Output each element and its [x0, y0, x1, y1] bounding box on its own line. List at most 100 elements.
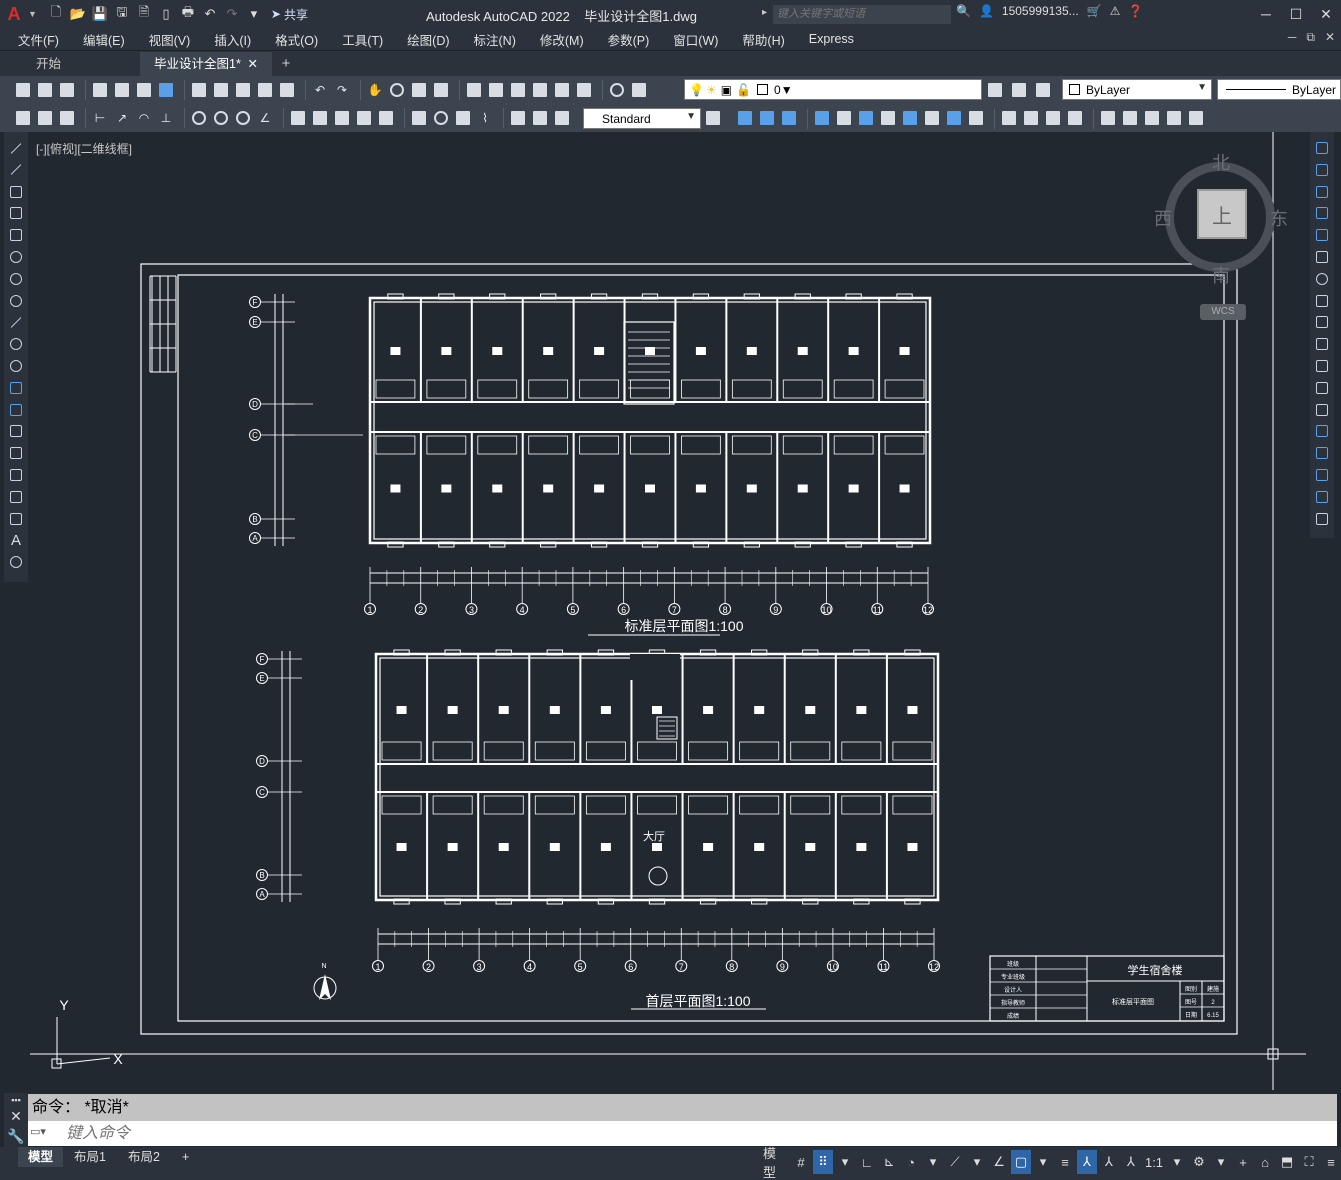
dim-style-arrow-icon[interactable]: ▼ — [686, 111, 696, 122]
preview-icon[interactable] — [113, 81, 131, 99]
markup-icon[interactable] — [553, 81, 571, 99]
customize-qa-icon[interactable]: ▾ — [243, 3, 265, 25]
tab-layout2[interactable]: 布局2 — [118, 1147, 170, 1167]
annotation-scale-icon[interactable]: ⅄ — [1121, 1150, 1141, 1174]
help-icon[interactable]: ❓ — [1128, 4, 1143, 18]
minimize-icon[interactable]: ─ — [1251, 0, 1281, 28]
modify-icon-13[interactable] — [1022, 109, 1040, 127]
object-snap-icon[interactable]: ▢ — [1011, 1150, 1032, 1174]
dimension-style-dropdown[interactable]: Standard ▼ — [583, 108, 701, 129]
maximize-icon[interactable]: ☐ — [1281, 0, 1311, 28]
zoom-realtime-icon[interactable] — [388, 81, 406, 99]
doc-minimize-icon[interactable]: ─ — [1288, 30, 1297, 45]
make-current-layer-icon[interactable] — [986, 81, 1004, 99]
toolbar-icon-1[interactable] — [14, 109, 32, 127]
menu-file[interactable]: 文件(F) — [18, 30, 59, 49]
save-icon[interactable]: 💾 — [89, 3, 111, 25]
compass-west[interactable]: 西 — [1154, 205, 1172, 231]
menu-insert[interactable]: 插入(I) — [214, 30, 251, 49]
break-icon[interactable] — [1314, 402, 1330, 418]
menu-draw[interactable]: 绘图(D) — [407, 30, 449, 49]
zoom-window-icon[interactable] — [410, 81, 428, 99]
color-dropdown[interactable]: ByLayer ▼ — [1062, 79, 1212, 100]
modify-icon-3[interactable] — [780, 109, 798, 127]
rectangle-icon[interactable] — [8, 227, 24, 243]
angular-dimension-icon[interactable]: ∠ — [256, 109, 274, 127]
annotation-monitor-icon[interactable]: + — [1233, 1150, 1253, 1174]
arc-icon[interactable] — [8, 249, 24, 265]
mtext-icon[interactable]: A — [8, 532, 24, 549]
quick-dimension-icon[interactable] — [289, 109, 307, 127]
menu-view[interactable]: 视图(V) — [149, 30, 191, 49]
copy-object-icon[interactable] — [1314, 162, 1330, 178]
toolbar-icon-2[interactable] — [36, 109, 54, 127]
linear-dimension-icon[interactable]: ⊢ — [91, 109, 109, 127]
help-toolbar-icon[interactable] — [608, 81, 626, 99]
scale-icon[interactable] — [1314, 293, 1330, 309]
wcs-menu-button[interactable]: WCS — [1200, 304, 1246, 320]
doc-close-icon[interactable]: ✕ — [1325, 30, 1335, 45]
compass-east[interactable]: 东 — [1270, 205, 1288, 231]
qnew-icon[interactable] — [14, 81, 32, 99]
plot-toolbar-icon[interactable] — [91, 81, 109, 99]
ellipse-icon[interactable] — [8, 336, 24, 352]
polygon-icon[interactable] — [8, 205, 24, 221]
quickcalc-icon[interactable] — [575, 81, 593, 99]
design-center-icon[interactable] — [487, 81, 505, 99]
publish-icon[interactable]: 🗎 — [133, 3, 155, 25]
annotation-visibility-icon[interactable]: ⅄ — [1077, 1150, 1098, 1174]
radius-dimension-icon[interactable] — [190, 109, 208, 127]
grip-icon[interactable]: ▪▪▪ — [11, 1095, 21, 1105]
scale-dropdown-icon[interactable]: ▾ — [1167, 1150, 1187, 1174]
layer-previous-icon[interactable] — [1010, 81, 1028, 99]
modify-icon-14[interactable] — [1044, 109, 1062, 127]
annotation-scale-value[interactable]: 1:1 — [1143, 1150, 1165, 1174]
modify-icon-17[interactable] — [1121, 109, 1139, 127]
hatch-icon[interactable] — [8, 445, 24, 461]
insert-block-icon[interactable] — [8, 380, 24, 396]
join-icon[interactable] — [1314, 423, 1330, 439]
tolerance-icon[interactable] — [410, 109, 428, 127]
open-file-icon[interactable]: 📂 — [67, 3, 89, 25]
offset-icon[interactable] — [1314, 205, 1330, 221]
modify-icon-10[interactable] — [945, 109, 963, 127]
modify-icon-2[interactable] — [758, 109, 776, 127]
sheet-set-icon[interactable] — [531, 81, 549, 99]
line-icon[interactable] — [8, 140, 24, 156]
jogged-linear-icon[interactable]: ⌇ — [476, 109, 494, 127]
trim-icon[interactable] — [1314, 336, 1330, 352]
undo-icon[interactable]: ↶ — [199, 3, 221, 25]
layer-properties-icon[interactable] — [630, 81, 648, 99]
tab-close-icon[interactable]: ✕ — [248, 52, 258, 76]
redo-icon[interactable]: ↷ — [221, 3, 243, 25]
continue-dimension-icon[interactable] — [333, 109, 351, 127]
polyline-icon[interactable] — [8, 184, 24, 200]
search-expand-icon[interactable]: ▸ — [762, 7, 767, 18]
toolbar-icon-3[interactable] — [58, 109, 76, 127]
save-as-icon[interactable]: 🖫 — [111, 3, 133, 25]
drawing-viewport[interactable]: Y X F E D C B A 1 2 3 4 5 6 7 8 9 10 11 12 标准层平面图1:100 大厅 F E D C… — [30, 132, 1306, 1090]
dimension-update-icon[interactable] — [553, 109, 571, 127]
match-properties-icon[interactable] — [256, 81, 274, 99]
menu-parametric[interactable]: 参数(P) — [608, 30, 650, 49]
viewcube-top-face[interactable]: 上 — [1197, 189, 1247, 239]
menu-modify[interactable]: 修改(M) — [540, 30, 584, 49]
3d-dwf-icon[interactable] — [157, 81, 175, 99]
isodraft-icon[interactable]: ⟋ — [945, 1150, 965, 1174]
new-file-icon[interactable]: 🗋 — [45, 3, 67, 25]
modify-icon-5[interactable] — [835, 109, 853, 127]
diameter-dimension-icon[interactable] — [234, 109, 252, 127]
object-snap-tracking-icon[interactable]: ∠ — [989, 1150, 1009, 1174]
viewport-controls-label[interactable]: [-][俯视][二维线框] — [36, 140, 132, 157]
close-icon[interactable]: ✕ — [1311, 0, 1341, 28]
spline-icon[interactable] — [8, 314, 24, 330]
dimension-edit-icon[interactable] — [509, 109, 527, 127]
workspace-gear-icon[interactable]: ⚙ — [1189, 1150, 1209, 1174]
grid-icon[interactable]: # — [791, 1150, 811, 1174]
cart-icon[interactable]: 🛒 — [1087, 4, 1102, 18]
clean-screen-icon[interactable]: ⛶ — [1299, 1150, 1319, 1174]
aligned-dimension-icon[interactable]: ↗ — [113, 109, 131, 127]
osnap-dropdown-icon[interactable]: ▾ — [1033, 1150, 1053, 1174]
menu-format[interactable]: 格式(O) — [275, 30, 318, 49]
share-button[interactable]: ➤ 共享 — [271, 6, 308, 23]
